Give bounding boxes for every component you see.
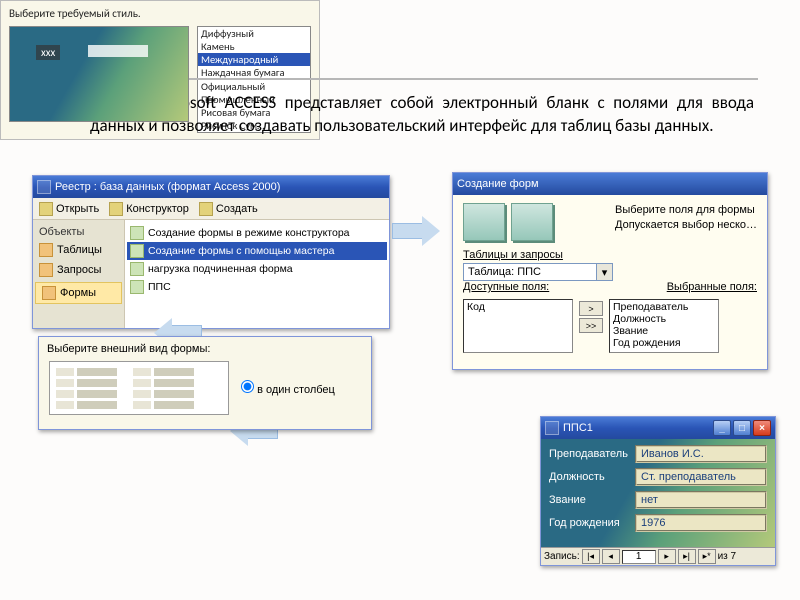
- tables-label: Таблицы и запросы: [463, 249, 563, 261]
- minimize-button[interactable]: _: [713, 420, 731, 436]
- style-preview: xxx: [9, 26, 189, 122]
- db-sidebar: Объекты Таблицы Запросы Формы: [33, 220, 125, 328]
- wizard-icon: [130, 244, 144, 258]
- available-fields-list[interactable]: Код: [463, 299, 573, 353]
- wizard-graphic-icon: [511, 203, 553, 241]
- db-list: Создание формы в режиме конструктора Соз…: [125, 220, 389, 328]
- nav-label: Запись:: [544, 551, 580, 562]
- record-navigator: Запись: |◂ ◂ 1 ▸ ▸| ▸* из 7: [541, 547, 775, 565]
- db-icon: [37, 180, 51, 194]
- layout-step-panel: Выберите внешний вид формы: в один столб…: [38, 336, 372, 430]
- move-right-button[interactable]: >: [579, 301, 603, 316]
- wizard-icon: [130, 226, 144, 240]
- wizard-titlebar[interactable]: Создание форм: [453, 173, 767, 195]
- sidebar-item-queries[interactable]: Запросы: [33, 260, 124, 280]
- design-icon: [109, 202, 123, 216]
- form-title: ППС1: [563, 422, 593, 434]
- field-value[interactable]: 1976: [635, 514, 767, 532]
- wizard-hint1: Выберите поля для формы: [615, 203, 757, 218]
- nav-current[interactable]: 1: [622, 550, 656, 564]
- form-icon: [42, 286, 56, 300]
- selected-fields-list[interactable]: Преподаватель Должность Звание Год рожде…: [609, 299, 719, 353]
- nav-first-button[interactable]: |◂: [582, 549, 600, 564]
- arrow-right-icon: [392, 216, 440, 246]
- radio-input[interactable]: [241, 380, 254, 393]
- form-body: ПреподавательИванов И.С. ДолжностьСт. пр…: [541, 439, 775, 547]
- field-value[interactable]: Иванов И.С.: [635, 445, 767, 463]
- list-item[interactable]: Официальный: [198, 80, 310, 93]
- db-title: Реестр : база данных (формат Access 2000…: [55, 181, 280, 193]
- open-icon: [39, 202, 53, 216]
- list-item[interactable]: нагрузка подчиненная форма: [127, 260, 387, 278]
- close-button[interactable]: ×: [753, 420, 771, 436]
- list-item[interactable]: Создание формы с помощью мастера: [127, 242, 387, 260]
- form-titlebar[interactable]: ППС1 _ □ ×: [541, 417, 775, 439]
- nav-total: из 7: [718, 551, 737, 562]
- nav-prev-button[interactable]: ◂: [602, 549, 620, 564]
- maximize-button[interactable]: □: [733, 420, 751, 436]
- nav-last-button[interactable]: ▸|: [678, 549, 696, 564]
- body-rest: Microsoft ACCESS представляет собой элек…: [90, 92, 754, 136]
- nav-new-button[interactable]: ▸*: [698, 549, 716, 564]
- create-button[interactable]: Создать: [199, 202, 258, 216]
- move-all-right-button[interactable]: >>: [579, 318, 603, 333]
- wizard-graphic-icon: [463, 203, 505, 241]
- chevron-down-icon[interactable]: ▾: [596, 264, 612, 280]
- preview-label: xxx: [36, 45, 60, 60]
- form-icon: [545, 421, 559, 435]
- form-wizard-window: Создание форм Выберите поля для формы До…: [452, 172, 768, 370]
- field-label: Преподаватель: [549, 448, 635, 460]
- field-label: Звание: [549, 494, 635, 506]
- result-form-window: ППС1 _ □ × ПреподавательИванов И.С. Долж…: [540, 416, 776, 566]
- available-label: Доступные поля:: [463, 281, 549, 293]
- selected-label: Выбранные поля:: [667, 281, 757, 293]
- sidebar-item-forms[interactable]: Формы: [35, 282, 122, 304]
- db-titlebar[interactable]: Реестр : база данных (формат Access 2000…: [33, 176, 389, 198]
- nav-next-button[interactable]: ▸: [658, 549, 676, 564]
- sidebar-heading: Объекты: [33, 224, 124, 240]
- query-icon: [39, 263, 53, 277]
- list-item[interactable]: Международный: [198, 53, 310, 66]
- list-item[interactable]: Камень: [198, 40, 310, 53]
- field-label: Год рождения: [549, 517, 635, 529]
- design-button[interactable]: Конструктор: [109, 202, 189, 216]
- list-item[interactable]: Создание формы в режиме конструктора: [127, 224, 387, 242]
- field-value[interactable]: нет: [635, 491, 767, 509]
- form-icon: [130, 262, 144, 276]
- create-icon: [199, 202, 213, 216]
- preview-field: [88, 45, 148, 57]
- field-label: Должность: [549, 471, 635, 483]
- field-value[interactable]: Ст. преподаватель: [635, 468, 767, 486]
- table-icon: [39, 243, 53, 257]
- layout-prompt: Выберите внешний вид формы:: [39, 337, 371, 361]
- layout-preview: [49, 361, 229, 415]
- wizard-title: Создание форм: [457, 178, 539, 190]
- db-window: Реестр : база данных (формат Access 2000…: [32, 175, 390, 329]
- layout-radio-column[interactable]: в один столбец: [241, 380, 335, 396]
- list-item[interactable]: ППС: [127, 278, 387, 296]
- db-toolbar: Открыть Конструктор Создать: [33, 198, 389, 220]
- tables-combo[interactable]: Таблица: ППС ▾: [463, 263, 613, 281]
- list-item[interactable]: Диффузный: [198, 27, 310, 40]
- open-button[interactable]: Открыть: [39, 202, 99, 216]
- wizard-hint2: Допускается выбор неско…: [615, 218, 757, 233]
- form-icon: [130, 280, 144, 294]
- body-text: Форма Microsoft ACCESS представляет собо…: [90, 92, 754, 138]
- sidebar-item-tables[interactable]: Таблицы: [33, 240, 124, 260]
